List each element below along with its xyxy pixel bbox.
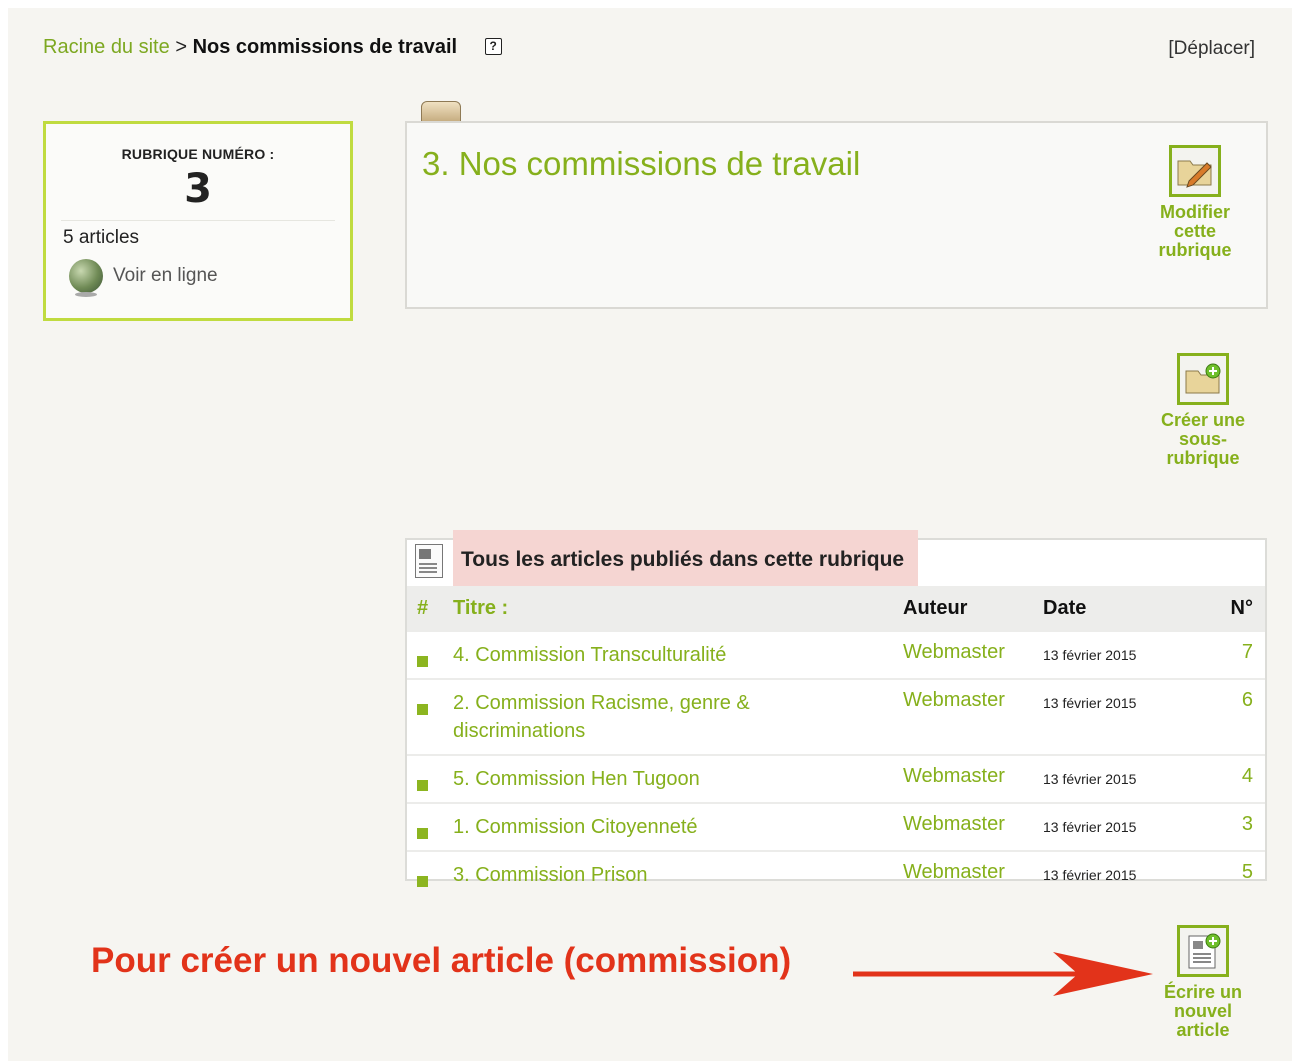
annotation-text: Pour créer un nouvel article (commission… <box>91 941 792 980</box>
new-article-label-1: Écrire un <box>1163 982 1243 1002</box>
breadcrumb: Racine du site > Nos commissions de trav… <box>43 36 502 59</box>
article-date: 13 février 2015 <box>1043 630 1193 679</box>
article-number: 3 <box>1193 802 1265 851</box>
breadcrumb-current: Nos commissions de travail <box>192 36 458 58</box>
rubrique-number-label: RUBRIQUE NUMÉRO : <box>121 146 275 162</box>
author-link[interactable]: Webmaster <box>903 802 1043 851</box>
articles-heading: Tous les articles publiés dans cette rub… <box>453 530 919 586</box>
article-date: 13 février 2015 <box>1043 850 1193 898</box>
col-author: Auteur <box>903 586 1043 631</box>
article-count: 5 articles <box>63 227 140 248</box>
bullet-icon <box>417 780 428 791</box>
rubrique-number: 3 <box>184 166 212 212</box>
col-title: Titre : <box>453 586 903 631</box>
create-sub-label-2: sous- <box>1178 429 1227 449</box>
author-link[interactable]: Webmaster <box>903 754 1043 803</box>
write-new-article-button[interactable]: Écrire un nouvel article <box>1153 925 1253 1040</box>
article-title-link[interactable]: 2. Commission Racisme, genre & discrimin… <box>453 678 903 755</box>
rubrique-info-box: RUBRIQUE NUMÉRO : 3 5 articles Voir en l… <box>43 121 353 321</box>
create-sub-label-1: Créer une <box>1160 410 1246 430</box>
view-online-label: Voir en ligne <box>113 265 218 286</box>
article-date: 13 février 2015 <box>1043 802 1193 851</box>
new-folder-icon <box>1177 353 1229 405</box>
article-title-link[interactable]: 4. Commission Transculturalité <box>453 630 903 679</box>
col-num: N° <box>1193 586 1265 631</box>
breadcrumb-root-link[interactable]: Racine du site <box>43 36 170 58</box>
new-article-icon <box>1177 925 1229 977</box>
edit-rubrique-label-1: Modifier <box>1160 202 1230 222</box>
table-row[interactable]: 2. Commission Racisme, genre & discrimin… <box>407 678 1265 755</box>
annotation-arrow-icon <box>853 952 1153 996</box>
document-icon <box>415 544 443 578</box>
bullet-icon <box>417 828 428 839</box>
author-link[interactable]: Webmaster <box>903 678 1043 755</box>
globe-icon <box>69 259 103 297</box>
bullet-icon <box>417 704 428 715</box>
article-number: 6 <box>1193 678 1265 755</box>
bullet-icon <box>417 656 428 667</box>
breadcrumb-separator: > <box>175 36 187 58</box>
article-title-link[interactable]: 5. Commission Hen Tugoon <box>453 754 903 803</box>
edit-rubrique-button[interactable]: Modifier cette rubrique <box>1150 145 1240 260</box>
table-header-row: # Titre : Auteur Date N° <box>407 586 1265 631</box>
edit-rubrique-label-2: cette <box>1173 221 1217 241</box>
new-article-label-3: article <box>1176 1020 1230 1040</box>
rubrique-panel: 3. Nos commissions de travail Modifier c… <box>405 121 1268 309</box>
create-subrubrique-button[interactable]: Créer une sous- rubrique <box>1153 353 1253 468</box>
edit-rubrique-label-3: rubrique <box>1158 240 1232 260</box>
col-hash: # <box>407 586 453 631</box>
author-link[interactable]: Webmaster <box>903 850 1043 898</box>
table-row[interactable]: 1. Commission Citoyenneté Webmaster 13 f… <box>407 802 1265 851</box>
article-number: 7 <box>1193 630 1265 679</box>
table-row[interactable]: 5. Commission Hen Tugoon Webmaster 13 fé… <box>407 754 1265 803</box>
table-row[interactable]: 3. Commission Prison Webmaster 13 févrie… <box>407 850 1265 898</box>
articles-table: # Titre : Auteur Date N° 4. Commission T… <box>407 586 1265 898</box>
article-title-link[interactable]: 1. Commission Citoyenneté <box>453 802 903 851</box>
new-article-label-2: nouvel <box>1173 1001 1232 1021</box>
move-link[interactable]: [Déplacer] <box>1168 38 1255 60</box>
view-online-link[interactable]: Voir en ligne <box>69 259 350 297</box>
article-number: 5 <box>1193 850 1265 898</box>
help-icon[interactable]: ? <box>484 38 502 55</box>
articles-header: Tous les articles publiés dans cette rub… <box>407 530 1265 586</box>
article-date: 13 février 2015 <box>1043 678 1193 755</box>
create-sub-label-3: rubrique <box>1166 448 1240 468</box>
divider <box>61 220 335 221</box>
page: Racine du site > Nos commissions de trav… <box>8 8 1292 1061</box>
article-title-link[interactable]: 3. Commission Prison <box>453 850 903 898</box>
articles-panel: Tous les articles publiés dans cette rub… <box>405 530 1267 898</box>
author-link[interactable]: Webmaster <box>903 630 1043 679</box>
article-date: 13 février 2015 <box>1043 754 1193 803</box>
col-date: Date <box>1043 586 1193 631</box>
bullet-icon <box>417 876 428 887</box>
edit-folder-icon <box>1169 145 1221 197</box>
table-row[interactable]: 4. Commission Transculturalité Webmaster… <box>407 630 1265 679</box>
rubrique-title: 3. Nos commissions de travail <box>422 145 861 182</box>
article-number: 4 <box>1193 754 1265 803</box>
